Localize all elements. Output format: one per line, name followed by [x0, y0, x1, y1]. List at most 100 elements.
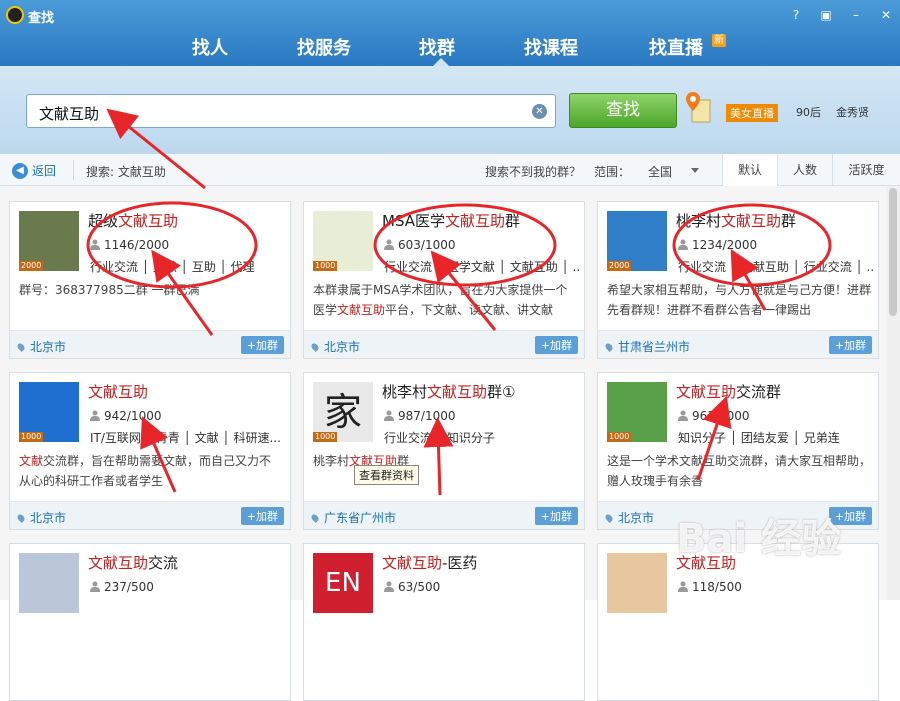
group-card[interactable]: 文献互助交流 237/500 [9, 543, 291, 701]
desc-post: 交流群，旨在帮助需要文献，而自己又力不从心的科研工作者或者学生 [19, 454, 272, 488]
tab-find-service[interactable]: 找服务 [297, 34, 351, 60]
group-title[interactable]: 桃李村文献互助群① [382, 381, 515, 402]
desc-highlight: 文献互助 [337, 303, 386, 317]
group-avatar[interactable]: 1000 [19, 382, 79, 442]
group-title-highlight: 文献互助 [721, 212, 782, 230]
main-nav: 找人 找服务 找群 找课程 找直播 [0, 30, 900, 86]
member-count: 1146/2000 [90, 238, 169, 252]
group-avatar[interactable]: EN [313, 553, 373, 613]
search-input-value[interactable]: 文献互助 [39, 103, 99, 124]
card-footer: 北京市 +加群 [304, 330, 584, 358]
group-title-pre: 桃李村 [676, 212, 722, 230]
map-pin-icon[interactable] [684, 90, 712, 124]
help-icon[interactable]: ? [788, 8, 804, 22]
active-tab-indicator [433, 58, 449, 66]
hot-tag-90s[interactable]: 90后 [796, 104, 821, 120]
person-icon [678, 410, 688, 421]
group-title[interactable]: MSA医学文献互助群 [382, 210, 520, 231]
group-title[interactable]: 文献互助交流群 [676, 381, 781, 402]
group-card[interactable]: 2000 超级文献互助 1146/2000 行业交流 │ 文献 │ 互助 │ 代理 群号… [9, 201, 291, 359]
sort-members-tab[interactable]: 人数 [777, 154, 832, 186]
back-button[interactable]: ◀ 返回 [12, 162, 56, 179]
group-location[interactable]: 北京市 [16, 338, 66, 355]
group-card[interactable]: 1000 文献互助 942/1000 IT/互联网 │ 青青 │ 文献 │ 科研速..… [9, 372, 291, 530]
group-title[interactable]: 超级文献互助 [88, 210, 178, 231]
search-input[interactable]: 文献互助 ✕ [26, 94, 556, 128]
scrollbar-thumb[interactable] [889, 188, 897, 316]
range-select[interactable]: 全国 [648, 163, 672, 180]
lock-icon[interactable]: ▣ [818, 8, 834, 22]
group-title[interactable]: 文献互助-医药 [382, 552, 477, 573]
group-avatar[interactable]: 家 1000 [313, 382, 373, 442]
join-group-button[interactable]: +加群 [240, 507, 284, 525]
tab-find-live[interactable]: 找直播 [649, 34, 703, 60]
tab-find-people[interactable]: 找人 [192, 34, 228, 60]
group-location[interactable]: 广东省广州市 [310, 509, 397, 526]
member-count-value: 987/1000 [398, 409, 456, 423]
group-location[interactable]: 北京市 [604, 509, 654, 526]
member-count-value: 1146/2000 [104, 238, 170, 252]
group-location[interactable]: 北京市 [16, 509, 66, 526]
group-avatar[interactable]: 2000 [19, 211, 79, 271]
group-title-highlight: 文献互助 [118, 212, 179, 230]
group-description: 希望大家相互帮助，与人方便就是与己方便！进群先看群规！进群不看群公告者一律踢出 [607, 280, 871, 320]
group-location[interactable]: 甘肃省兰州市 [604, 338, 690, 355]
group-size-badge: 1000 [607, 432, 632, 442]
hot-tag-name[interactable]: 金秀贤 [836, 104, 869, 120]
tab-find-group[interactable]: 找群 [419, 34, 455, 60]
group-title-pre: 超级 [88, 212, 119, 230]
group-size-badge: 2000 [607, 261, 632, 271]
member-count: 942/1000 [90, 409, 162, 423]
sort-activity-tab[interactable]: 活跃度 [832, 154, 900, 186]
group-location[interactable]: 北京市 [310, 338, 360, 355]
group-avatar[interactable] [607, 553, 667, 613]
tab-find-course[interactable]: 找课程 [524, 34, 578, 60]
group-title[interactable]: 桃李村文献互助群 [676, 210, 796, 231]
group-description: 桃李村文献互助群 [313, 451, 577, 491]
group-description: 群号：368377985二群 一群已满 [19, 280, 283, 320]
member-count-value: 942/1000 [104, 409, 162, 423]
location-pin-icon [16, 513, 26, 523]
join-group-button[interactable]: +加群 [828, 336, 872, 354]
live-link[interactable]: 美女直播 [726, 104, 778, 122]
join-group-button[interactable]: +加群 [534, 507, 578, 525]
group-size-badge: 2000 [19, 261, 44, 271]
group-card[interactable]: 文献互助 118/500 [597, 543, 879, 701]
group-card[interactable]: EN 文献互助-医药 63/500 [303, 543, 585, 701]
results-toolbar: ◀ 返回 搜索: 文献互助 搜索不到我的群？ 范围： 全国 默认 人数 活跃度 [0, 154, 900, 186]
clear-icon[interactable]: ✕ [532, 104, 547, 119]
group-card[interactable]: 家 1000 桃李村文献互助群① 987/1000 行业交流 │ 知识分子 桃李村文献互助… [303, 372, 585, 530]
person-icon [678, 581, 688, 592]
not-found-link[interactable]: 搜索不到我的群？ [485, 163, 581, 180]
location-text: 广东省广州市 [324, 511, 397, 525]
group-title[interactable]: 文献互助交流 [88, 552, 178, 573]
group-card[interactable]: 1000 MSA医学文献互助群 603/1000 行业交流 │ 医学文献 │ 文献互助… [303, 201, 585, 359]
window-title: 查找 [28, 11, 55, 26]
chevron-down-icon[interactable] [691, 168, 699, 173]
group-avatar[interactable]: 1000 [313, 211, 373, 271]
group-avatar[interactable]: 2000 [607, 211, 667, 271]
join-group-button[interactable]: +加群 [240, 336, 284, 354]
group-card[interactable]: 2000 桃李村文献互助群 1234/2000 行业交流 │ 文献互助 │ 行业交流 … [597, 201, 879, 359]
desc-highlight: 文献 [19, 454, 44, 468]
search-area: 文献互助 ✕ 查找 美女直播 90后 金秀贤 [0, 66, 900, 154]
header-bar: 查找 ? ▣ – ✕ 找人 找服务 找群 找课程 找直播 新 [0, 0, 900, 86]
group-avatar[interactable]: 1000 [607, 382, 667, 442]
member-count: 603/1000 [384, 238, 456, 252]
group-title-highlight: 文献互助 [88, 554, 149, 572]
person-icon [90, 239, 100, 250]
search-button[interactable]: 查找 [569, 93, 677, 128]
group-description: 文献交流群，旨在帮助需要文献，而自己又力不从心的科研工作者或者学生 [19, 451, 283, 491]
desc-pre: 群号：368377985二群 一群已满 [19, 283, 200, 297]
group-title[interactable]: 文献互助 [88, 381, 148, 402]
close-button[interactable]: ✕ [878, 8, 894, 22]
member-count: 237/500 [90, 580, 154, 594]
group-tags: 行业交流 │ 文献互助 │ 行业交流 │ ... [678, 260, 874, 274]
minimize-button[interactable]: – [848, 8, 864, 22]
join-group-button[interactable]: +加群 [534, 336, 578, 354]
scrollbar[interactable] [886, 186, 900, 600]
group-avatar[interactable] [19, 553, 79, 613]
member-count-value: 1234/2000 [692, 238, 758, 252]
member-count: 118/500 [678, 580, 742, 594]
sort-default-tab[interactable]: 默认 [722, 154, 777, 186]
